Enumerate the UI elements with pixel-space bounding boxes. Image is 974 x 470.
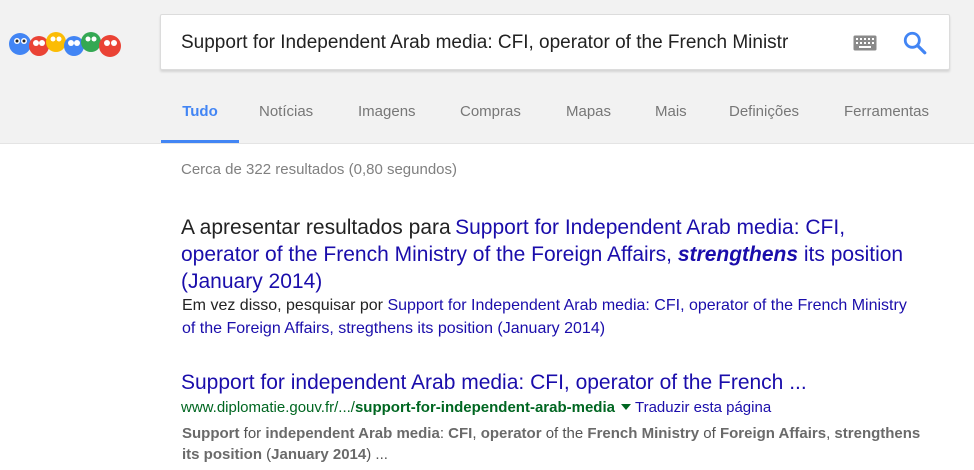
google-doodle-logo[interactable] [6, 24, 128, 64]
tab-all[interactable]: Tudo [161, 103, 239, 143]
snippet-text: ( [262, 446, 272, 463]
keyboard-icon[interactable] [853, 35, 877, 51]
translate-link[interactable]: Traduzir esta página [635, 399, 771, 416]
snippet-text: of [699, 425, 720, 442]
result-url-prefix: www.diplomatie.gouv.fr/.../ [181, 399, 355, 416]
header: Tudo Notícias Imagens Compras Mapas Mais… [0, 0, 974, 144]
result-stats: Cerca de 322 resultados (0,80 segundos) [181, 161, 458, 178]
tab-news[interactable]: Notícias [259, 103, 313, 140]
result-title-link[interactable]: Support for independent Arab media: CFI,… [181, 371, 807, 395]
search-icon[interactable] [902, 30, 928, 56]
search-instead: Em vez disso, pesquisar por Support for … [182, 294, 922, 340]
snippet-term: independent Arab media [265, 425, 440, 442]
snippet-term: January 2014 [271, 446, 367, 463]
search-input[interactable] [181, 29, 821, 57]
snippet-text: for [239, 425, 266, 442]
snippet-term: CFI [448, 425, 473, 442]
search-box[interactable] [160, 14, 950, 70]
tab-more[interactable]: Mais [655, 103, 687, 140]
spelling-correction: A apresentar resultados para Support for… [181, 214, 921, 295]
tab-settings[interactable]: Definições [729, 103, 799, 140]
snippet-text: , [472, 425, 481, 442]
tab-shopping[interactable]: Compras [460, 103, 521, 140]
snippet-term: Support [182, 425, 240, 442]
result-snippet: Support for independent Arab media: CFI,… [182, 423, 922, 465]
caret-down-icon[interactable] [620, 404, 631, 411]
snippet-term: Foreign Affairs [719, 425, 827, 442]
snippet-text: : [439, 425, 449, 442]
tab-tools[interactable]: Ferramentas [844, 103, 929, 140]
tab-images[interactable]: Imagens [358, 103, 416, 140]
snippet-term: French Ministry [587, 425, 700, 442]
tab-maps[interactable]: Mapas [566, 103, 611, 140]
corrected-word: strengthens [677, 243, 799, 266]
search-instead-label: Em vez disso, pesquisar por [182, 297, 383, 314]
snippet-term: operator [480, 425, 542, 442]
snippet-text: ) ... [366, 446, 388, 463]
snippet-text: of the [541, 425, 588, 442]
result-url: www.diplomatie.gouv.fr/.../support-for-i… [181, 399, 771, 416]
result-url-path: support-for-independent-arab-media [354, 399, 615, 416]
showing-results-label: A apresentar resultados para [181, 216, 451, 239]
